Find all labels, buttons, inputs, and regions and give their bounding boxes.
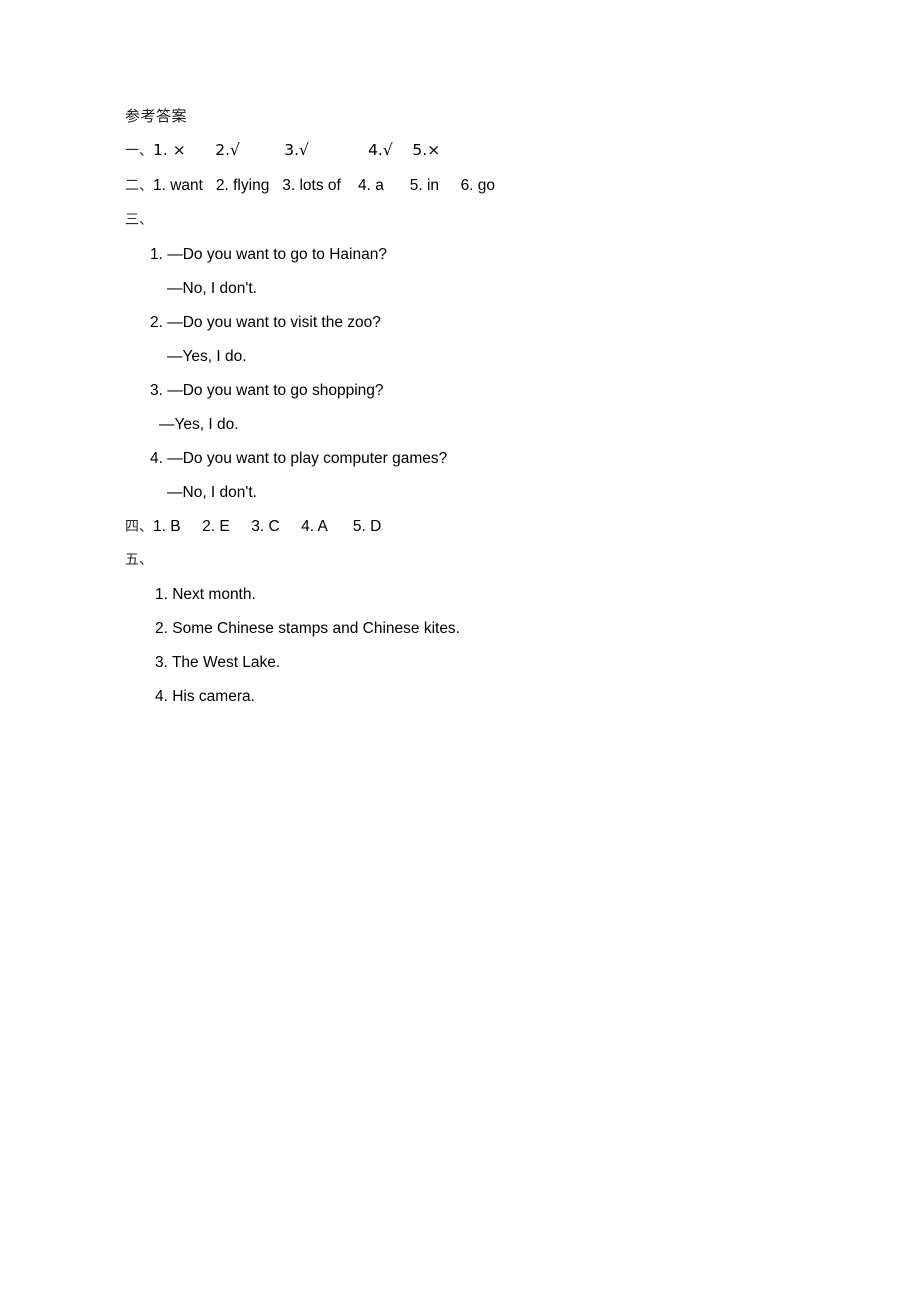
section-three-question-1: 1. —Do you want to go to Hainan? (150, 246, 387, 263)
section-three-reply-2: —Yes, I do. (167, 348, 247, 365)
section-four-marker: 四、 (125, 519, 153, 535)
section-three-reply-3: —Yes, I do. (159, 416, 239, 433)
section-one-answers: 1. × 2.√ 3.√ 4.√ 5.× (153, 141, 441, 159)
section-two-answers: 1. want 2. flying 3. lots of 4. a 5. in … (153, 177, 496, 194)
document-content: 参考答案 一、1. × 2.√ 3.√ 4.√ 5.× 二、1. want 2.… (125, 108, 845, 722)
page-title: 参考答案 (125, 107, 188, 125)
section-five-statement-3: 3. The West Lake. (155, 654, 281, 671)
section-five-marker: 五、 (125, 552, 153, 568)
section-four-line: 四、1. B 2. E 3. C 4. A 5. D (125, 518, 845, 536)
section-one-marker: 一、 (125, 143, 153, 159)
section-five-statement-2: 2. Some Chinese stamps and Chinese kites… (155, 620, 460, 637)
section-three-reply-1: —No, I don't. (167, 280, 257, 297)
section-three-question-3: 3. —Do you want to go shopping? (150, 382, 384, 399)
section-four-answers: 1. B 2. E 3. C 4. A 5. D (153, 518, 382, 535)
section-three-question-4: 4. —Do you want to play computer games? (150, 450, 448, 467)
section-two-marker: 二、 (125, 178, 153, 194)
section-five-statement-1: 1. Next month. (155, 586, 256, 603)
answer-key-page: 参考答案 一、1. × 2.√ 3.√ 4.√ 5.× 二、1. want 2.… (0, 0, 920, 1302)
section-five-statement-4: 4. His camera. (155, 688, 255, 705)
section-three-marker: 三、 (125, 212, 153, 228)
section-one-line: 一、1. × 2.√ 3.√ 4.√ 5.× (125, 142, 845, 160)
section-three-question-2: 2. —Do you want to visit the zoo? (150, 314, 381, 331)
section-three-reply-4: —No, I don't. (167, 484, 257, 501)
section-two-line: 二、1. want 2. flying 3. lots of 4. a 5. i… (125, 177, 845, 195)
